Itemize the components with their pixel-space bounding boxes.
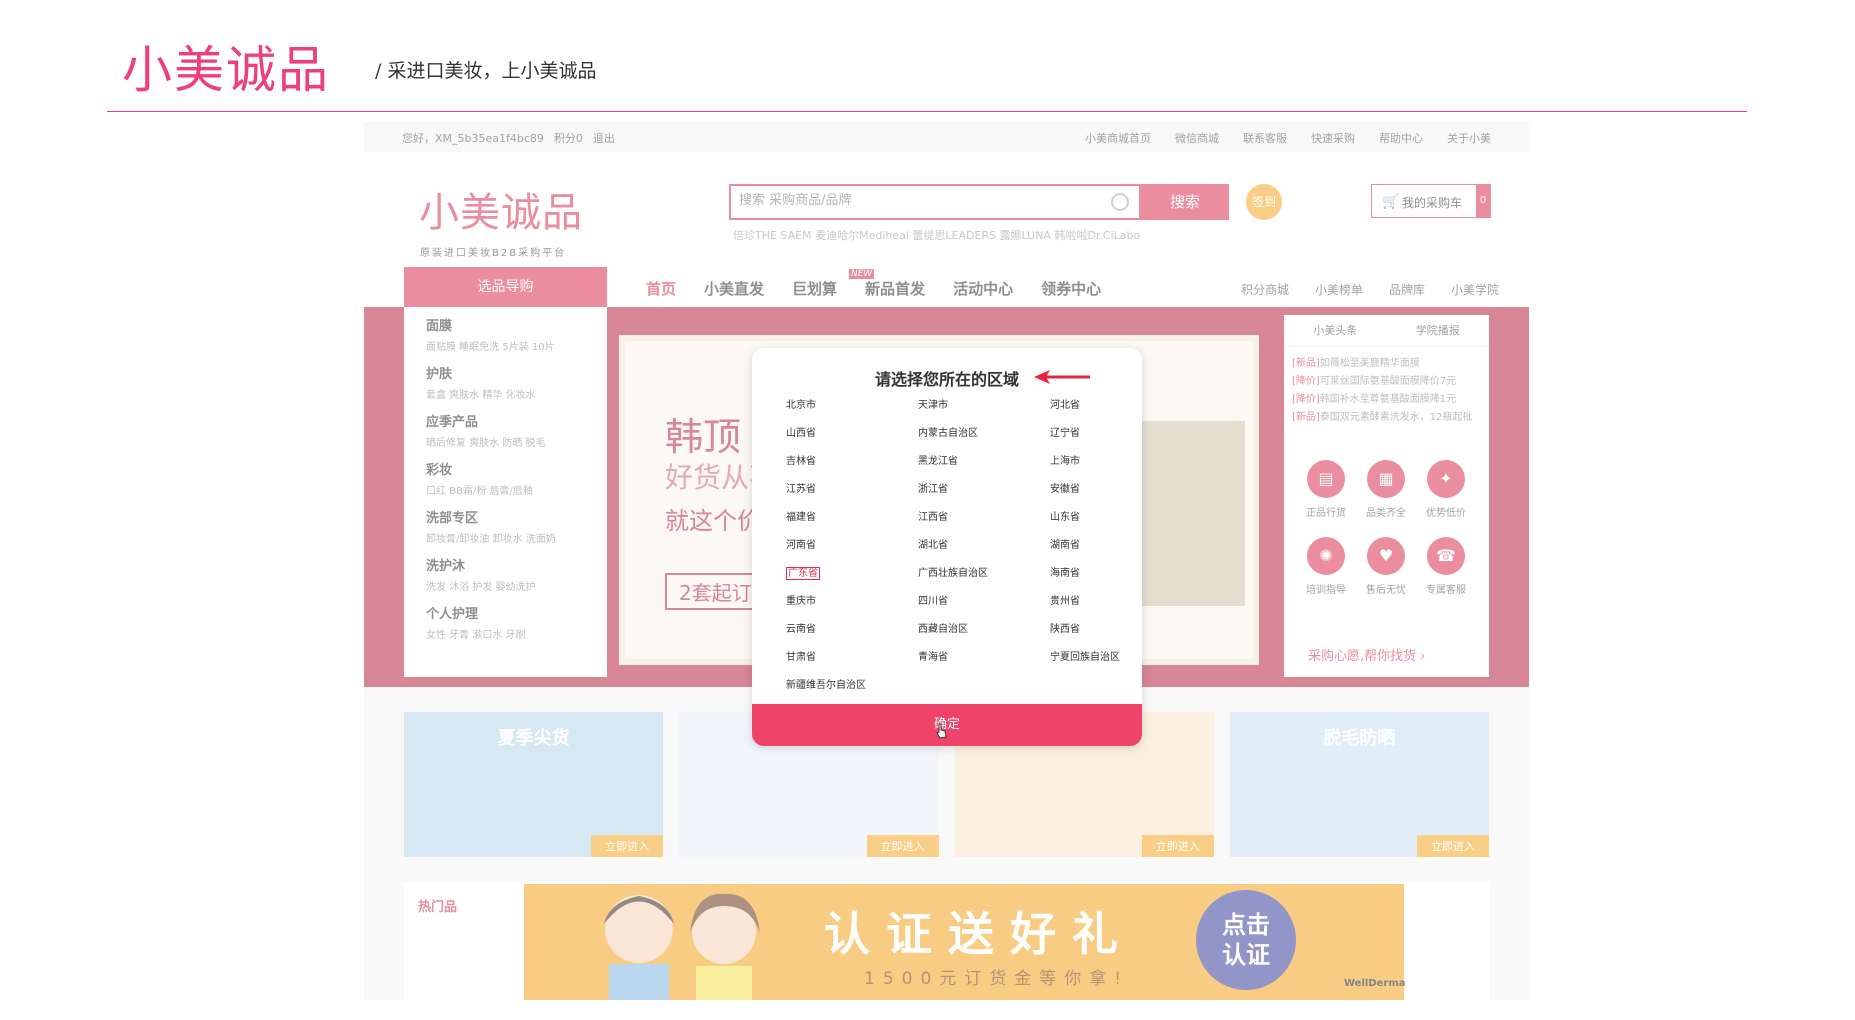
region-option[interactable]: 广东省 [786, 566, 918, 582]
region-label: 安徽省 [1050, 484, 1080, 495]
region-label: 云南省 [786, 624, 816, 635]
region-option[interactable]: 浙江省 [918, 482, 1050, 498]
region-option[interactable]: 辽宁省 [1050, 426, 1142, 442]
region-option[interactable]: 云南省 [786, 622, 918, 638]
region-label: 辽宁省 [1050, 428, 1080, 439]
region-label: 北京市 [786, 400, 816, 411]
region-select-modal: 请选择您所在的区域 北京市 天津市 河北省 山西省 内蒙古自治区 辽宁省 吉林省 黑龙江省 上海… [752, 348, 1142, 746]
region-option[interactable]: 山西省 [786, 426, 918, 442]
region-label: 山东省 [1050, 512, 1080, 523]
region-label: 贵州省 [1050, 596, 1080, 607]
region-label: 江西省 [918, 512, 948, 523]
region-option[interactable]: 海南省 [1050, 566, 1142, 582]
region-label: 陕西省 [1050, 624, 1080, 635]
region-label: 上海市 [1050, 456, 1080, 467]
region-option[interactable]: 湖南省 [1050, 538, 1142, 554]
region-label: 内蒙古自治区 [918, 428, 978, 439]
region-option[interactable]: 江西省 [918, 510, 1050, 526]
region-option[interactable]: 北京市 [786, 398, 918, 414]
slide-tagline: / 采进口美妆，上小美诚品 [375, 60, 597, 82]
region-label: 江苏省 [786, 484, 816, 495]
region-label: 浙江省 [918, 484, 948, 495]
region-option[interactable]: 江苏省 [786, 482, 918, 498]
region-label: 黑龙江省 [918, 456, 958, 467]
region-label: 青海省 [918, 652, 948, 663]
region-label: 广西壮族自治区 [918, 568, 988, 579]
region-label: 西藏自治区 [918, 624, 968, 635]
region-option[interactable]: 重庆市 [786, 594, 918, 610]
region-option[interactable]: 安徽省 [1050, 482, 1142, 498]
region-option[interactable]: 宁夏回族自治区 [1050, 650, 1142, 666]
arrow-left-icon [1034, 370, 1090, 384]
region-option[interactable]: 黑龙江省 [918, 454, 1050, 470]
region-option[interactable]: 上海市 [1050, 454, 1142, 470]
region-label: 天津市 [918, 400, 948, 411]
region-option[interactable]: 河北省 [1050, 398, 1142, 414]
region-option[interactable]: 陕西省 [1050, 622, 1142, 638]
region-option[interactable]: 新疆维吾尔自治区 [786, 678, 918, 694]
region-label: 湖南省 [1050, 540, 1080, 551]
region-option[interactable]: 四川省 [918, 594, 1050, 610]
region-label: 四川省 [918, 596, 948, 607]
region-option[interactable]: 甘肃省 [786, 650, 918, 666]
region-option[interactable]: 河南省 [786, 538, 918, 554]
region-option[interactable]: 内蒙古自治区 [918, 426, 1050, 442]
region-label: 福建省 [786, 512, 816, 523]
slide-logo: 小美诚品 [122, 41, 330, 99]
hand-cursor-icon [936, 723, 947, 739]
region-grid: 北京市 天津市 河北省山西省 内蒙古自治区 辽宁省吉林省 黑龙江省 上海市江苏省 浙江省 安徽省… [786, 398, 1126, 694]
confirm-button[interactable]: 确定 [752, 704, 1142, 746]
region-label: 吉林省 [786, 456, 816, 467]
region-option[interactable]: 天津市 [918, 398, 1050, 414]
region-option[interactable]: 福建省 [786, 510, 918, 526]
region-option[interactable]: 湖北省 [918, 538, 1050, 554]
region-label: 山西省 [786, 428, 816, 439]
region-label: 广东省 [786, 567, 820, 580]
slide-divider [107, 111, 1747, 112]
region-label: 湖北省 [918, 540, 948, 551]
region-option[interactable]: 山东省 [1050, 510, 1142, 526]
region-option[interactable]: 贵州省 [1050, 594, 1142, 610]
region-label: 海南省 [1050, 568, 1080, 579]
region-label: 河北省 [1050, 400, 1080, 411]
region-label: 重庆市 [786, 596, 816, 607]
region-label: 新疆维吾尔自治区 [786, 680, 866, 691]
region-option[interactable]: 青海省 [918, 650, 1050, 666]
region-option[interactable]: 西藏自治区 [918, 622, 1050, 638]
region-label: 宁夏回族自治区 [1050, 652, 1120, 663]
region-option[interactable]: 吉林省 [786, 454, 918, 470]
website-screenshot: 您好，XM_5b35ea1f4bc89 积分0 退出 小美商城首页 微信商城 联… [364, 122, 1529, 1000]
region-label: 河南省 [786, 540, 816, 551]
region-label: 甘肃省 [786, 652, 816, 663]
region-option[interactable]: 广西壮族自治区 [918, 566, 1050, 582]
